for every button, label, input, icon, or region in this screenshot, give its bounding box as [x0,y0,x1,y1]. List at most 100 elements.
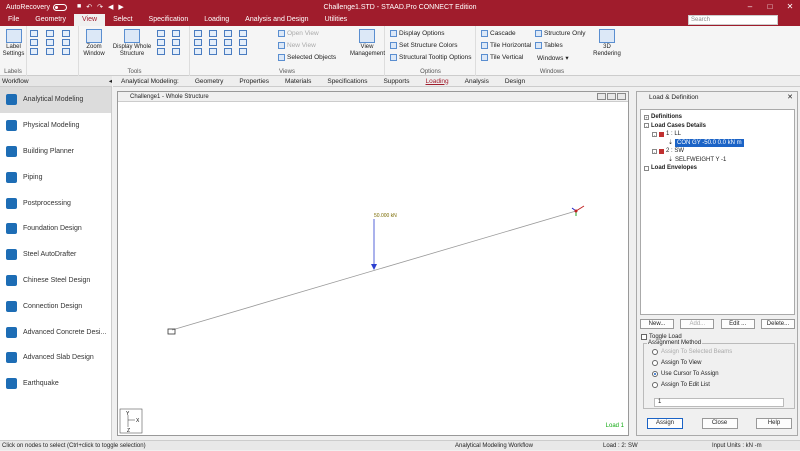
autorecovery[interactable]: AutoRecovery [6,3,67,11]
windows-dropdown[interactable]: Windows ▾ [537,54,569,63]
workflow-item[interactable]: Foundation Design [0,216,111,242]
rotate-down-icon[interactable] [239,48,247,55]
tab-loading[interactable]: Loading [418,76,457,87]
view-iso-icon[interactable] [224,39,232,46]
view-plan-icon[interactable] [239,39,247,46]
display-whole-structure-button[interactable]: Display Whole Structure [108,29,156,58]
help-button[interactable]: Help [756,418,792,429]
pan-icon[interactable] [157,48,165,55]
minimize-icon[interactable]: – [740,0,760,14]
workflow-item[interactable]: Connection Design [0,293,111,319]
workflow-item[interactable]: Piping [0,164,111,190]
node-label-icon[interactable] [30,30,38,37]
dimension-label-icon[interactable] [62,48,70,55]
collapse-icon[interactable]: - [652,148,657,154]
expand-icon[interactable]: + [644,114,649,120]
view-top-icon[interactable] [194,39,202,46]
tab-materials[interactable]: Materials [277,76,319,87]
assign-edit-list-radio[interactable]: Assign To Edit List [652,382,710,388]
tile-horizontal-button[interactable]: Tile Horizontal [481,42,531,49]
menu-loading[interactable]: Loading [196,14,237,26]
close-icon[interactable]: ✕ [780,0,800,14]
load-label-icon[interactable] [46,39,54,46]
forward-icon[interactable]: ▶ [118,3,123,11]
menu-utilities[interactable]: Utilities [317,14,356,26]
open-view-button[interactable]: Open View [278,30,319,37]
assign-button[interactable]: Assign [647,418,683,429]
viewport-close-icon[interactable] [617,93,626,100]
tree-node-case-1[interactable]: - 1 : LL [644,130,791,139]
tab-analysis[interactable]: Analysis [457,76,497,87]
selected-objects-button[interactable]: Selected Objects [278,54,336,61]
add-button[interactable]: Add... [680,319,715,329]
view-right-icon[interactable] [239,30,247,37]
close-button[interactable]: Close [701,418,738,429]
search-input[interactable]: Search [688,15,778,25]
rotate-right-icon[interactable] [209,48,217,55]
rotate-up-icon[interactable] [224,48,232,55]
tab-design[interactable]: Design [497,76,533,87]
edit-button[interactable]: Edit ... [720,319,755,329]
set-structure-colors-button[interactable]: Set Structure Colors [390,42,458,49]
view-management-button[interactable]: View Management [350,29,385,58]
menu-geometry[interactable]: Geometry [27,14,74,26]
menu-view[interactable]: View [74,14,106,26]
menu-analysis-design[interactable]: Analysis and Design [237,14,316,26]
workflow-item[interactable]: Advanced Concrete Desi... [0,319,111,345]
rotate-left-icon[interactable] [194,48,202,55]
workflow-item[interactable]: Advanced Slab Design [0,345,111,371]
structure-viewport[interactable]: Challenge1 - Whole Structure 50.000 kN Y… [117,91,629,436]
structure-only-button[interactable]: Structure Only [535,30,586,37]
zoom-dynamic-icon[interactable] [172,48,180,55]
edit-list-field[interactable]: 1 [654,398,784,407]
maximize-icon[interactable]: □ [760,0,780,14]
label-settings-button[interactable]: Label Settings [2,29,25,58]
tree-node-case-2-load[interactable]: ⇣ SELFWEIGHT Y -1 [644,156,791,165]
collapse-icon[interactable]: - [644,123,649,129]
load-tree[interactable]: + Definitions - Load Cases Details -1 : LL… [640,109,795,315]
zoom-in-icon[interactable] [157,30,165,37]
workflow-item[interactable]: Steel AutoDrafter [0,242,111,268]
menu-select[interactable]: Select [105,14,140,26]
use-cursor-radio[interactable]: Use Cursor To Assign [652,371,719,377]
structure-canvas[interactable]: 50.000 kN Y X Z [118,102,628,435]
section-label-icon[interactable] [62,39,70,46]
new-view-button[interactable]: New View [278,42,316,49]
plate-label-icon[interactable] [62,30,70,37]
orientation-label-icon[interactable] [46,48,54,55]
workflow-item[interactable]: Chinese Steel Design [0,268,111,294]
axis-label-icon[interactable] [30,48,38,55]
tree-node-case-1-load[interactable]: ⇣ CON GY -50.0 0.0 kN m [644,138,791,147]
tree-node-load-cases[interactable]: - Load Cases Details [644,122,791,131]
save-icon[interactable]: ■ [77,3,81,11]
menu-file[interactable]: File [0,14,27,26]
undo-icon[interactable]: ↶ [86,3,92,11]
viewport-minimize-icon[interactable] [597,93,606,100]
tab-properties[interactable]: Properties [231,76,277,87]
tab-supports[interactable]: Supports [375,76,417,87]
assign-selected-beams-radio[interactable]: Assign To Selected Beams [652,349,732,355]
redo-icon[interactable]: ↷ [97,3,103,11]
tooltip-options-button[interactable]: Structural Tooltip Options [390,54,472,61]
zoom-window-button[interactable]: Zoom Window [82,29,106,58]
beam-label-icon[interactable] [46,30,54,37]
workflow-item[interactable]: Analytical Modeling [0,87,111,113]
zoom-extents-icon[interactable] [157,39,165,46]
menu-specification[interactable]: Specification [141,14,197,26]
zoom-previous-icon[interactable] [172,39,180,46]
tab-geometry[interactable]: Geometry [187,76,232,87]
viewport-restore-icon[interactable] [607,93,616,100]
tile-vertical-button[interactable]: Tile Vertical [481,54,523,61]
zoom-out-icon[interactable] [172,30,180,37]
3d-rendering-button[interactable]: 3D Rendering [589,29,625,58]
assign-to-view-radio[interactable]: Assign To View [652,360,701,366]
view-back-icon[interactable] [209,30,217,37]
new-button[interactable]: New... [640,319,674,329]
tree-node-definitions[interactable]: + Definitions [644,113,791,122]
workflow-item[interactable]: Building Planner [0,139,111,165]
autorecovery-toggle[interactable] [52,3,67,11]
tree-node-envelopes[interactable]: Load Envelopes [644,164,791,173]
tree-node-case-2[interactable]: - 2 : SW [644,147,791,156]
workflow-item[interactable]: Earthquake [0,371,111,397]
view-left-icon[interactable] [224,30,232,37]
